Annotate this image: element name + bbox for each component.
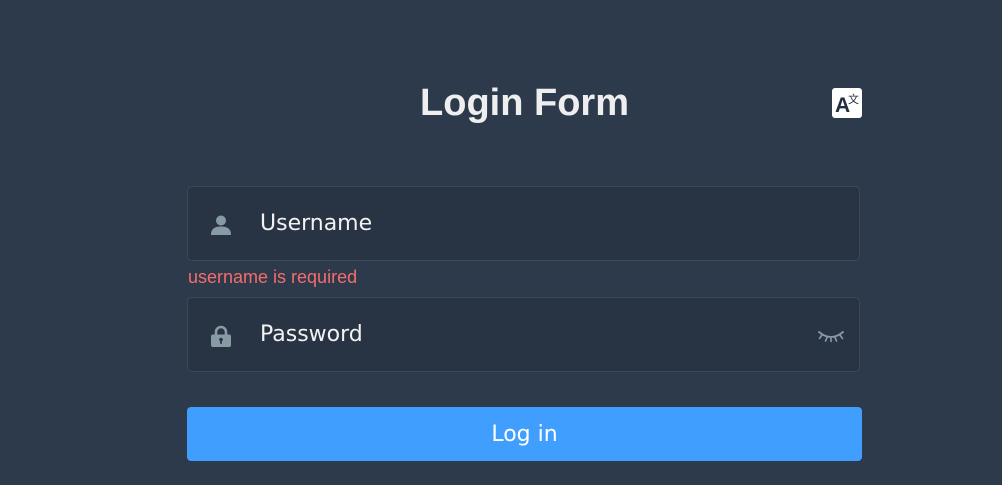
login-page: Login Form A 文 username is required <box>0 0 1002 485</box>
password-field <box>187 297 860 372</box>
user-icon <box>210 214 232 236</box>
translate-icon[interactable]: A 文 <box>832 88 862 118</box>
eye-closed-icon[interactable] <box>817 324 845 346</box>
page-title: Login Form <box>420 82 629 124</box>
svg-text:文: 文 <box>848 92 859 106</box>
username-error-message: username is required <box>188 267 358 287</box>
username-input[interactable] <box>260 187 800 260</box>
login-button[interactable]: Log in <box>187 407 862 461</box>
lock-icon <box>210 325 232 347</box>
password-input[interactable] <box>260 298 800 371</box>
username-field <box>187 186 860 261</box>
